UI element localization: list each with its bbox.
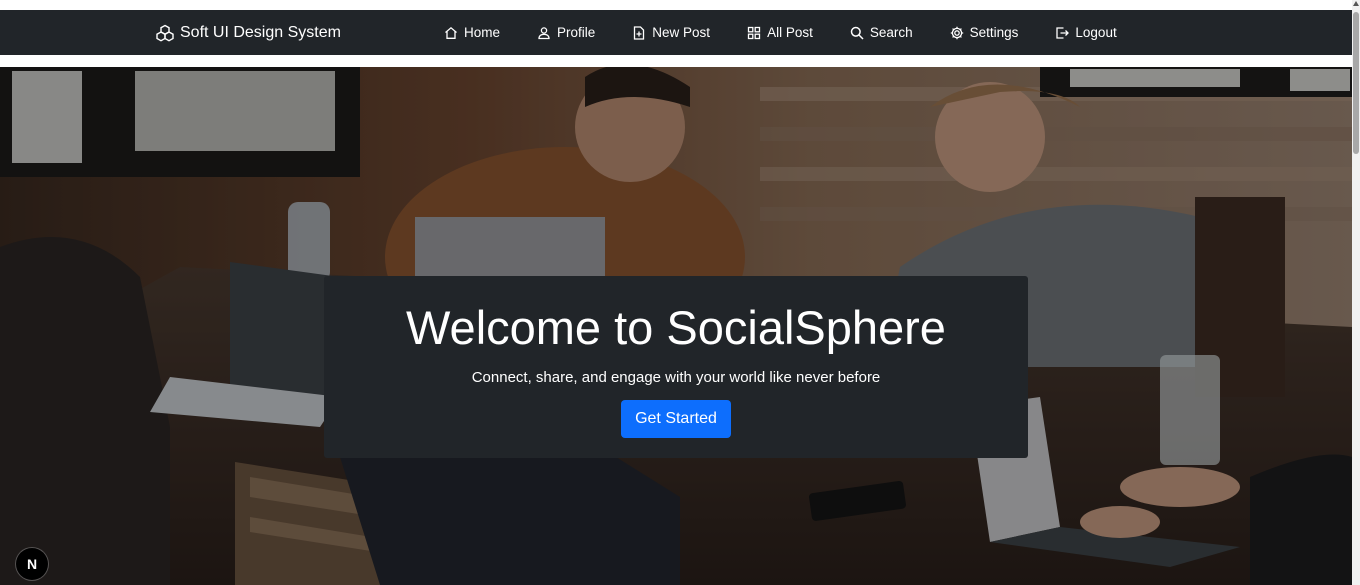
nav-label-all-post: All Post [767,25,813,40]
file-plus-icon [632,25,646,40]
page: Soft UI Design System Home Profile New P… [0,0,1360,585]
cubes-icon [156,24,174,42]
nav-label-settings: Settings [969,25,1019,40]
brand-label: Soft UI Design System [180,23,341,41]
user-icon [537,26,551,40]
navbar: Soft UI Design System Home Profile New P… [0,10,1352,55]
nav-link-home[interactable]: Home [444,25,500,40]
nav-link-logout[interactable]: Logout [1055,25,1117,40]
nav-label-profile: Profile [557,25,596,40]
hero-section: Welcome to SocialSphere Connect, share, … [0,67,1352,585]
brand-link[interactable]: Soft UI Design System [156,10,341,55]
home-icon [444,26,458,40]
get-started-button[interactable]: Get Started [621,400,731,438]
scrollbar[interactable] [1352,0,1360,585]
top-strip [0,0,1352,10]
hero-subtitle: Connect, share, and engage with your wor… [471,369,881,386]
nav-label-search: Search [869,25,913,40]
nav-link-search[interactable]: Search [850,25,913,40]
nav-label-logout: Logout [1075,25,1117,40]
nav-link-settings[interactable]: Settings [950,25,1019,40]
navbar-gap [0,55,1352,67]
nav-link-new-post[interactable]: New Post [632,25,710,40]
hero-title: Welcome to SocialSphere [406,301,946,354]
grid-icon [747,26,761,40]
nav-label-home: Home [464,25,501,40]
nav-link-all-post[interactable]: All Post [747,25,813,40]
hero-card: Welcome to SocialSphere Connect, share, … [324,276,1028,458]
nextjs-logo-icon: N [26,556,38,572]
scroll-up-arrow-icon[interactable] [1353,1,1359,6]
scrollbar-thumb[interactable] [1353,12,1359,154]
search-icon [850,26,864,40]
gear-icon [950,26,964,40]
nav-link-profile[interactable]: Profile [537,25,595,40]
nextjs-dev-badge[interactable]: N [16,548,48,580]
nav-links: Home Profile New Post All Post Search Se… [444,10,1154,55]
nav-label-new-post: New Post [652,25,711,40]
logout-icon [1055,26,1070,40]
